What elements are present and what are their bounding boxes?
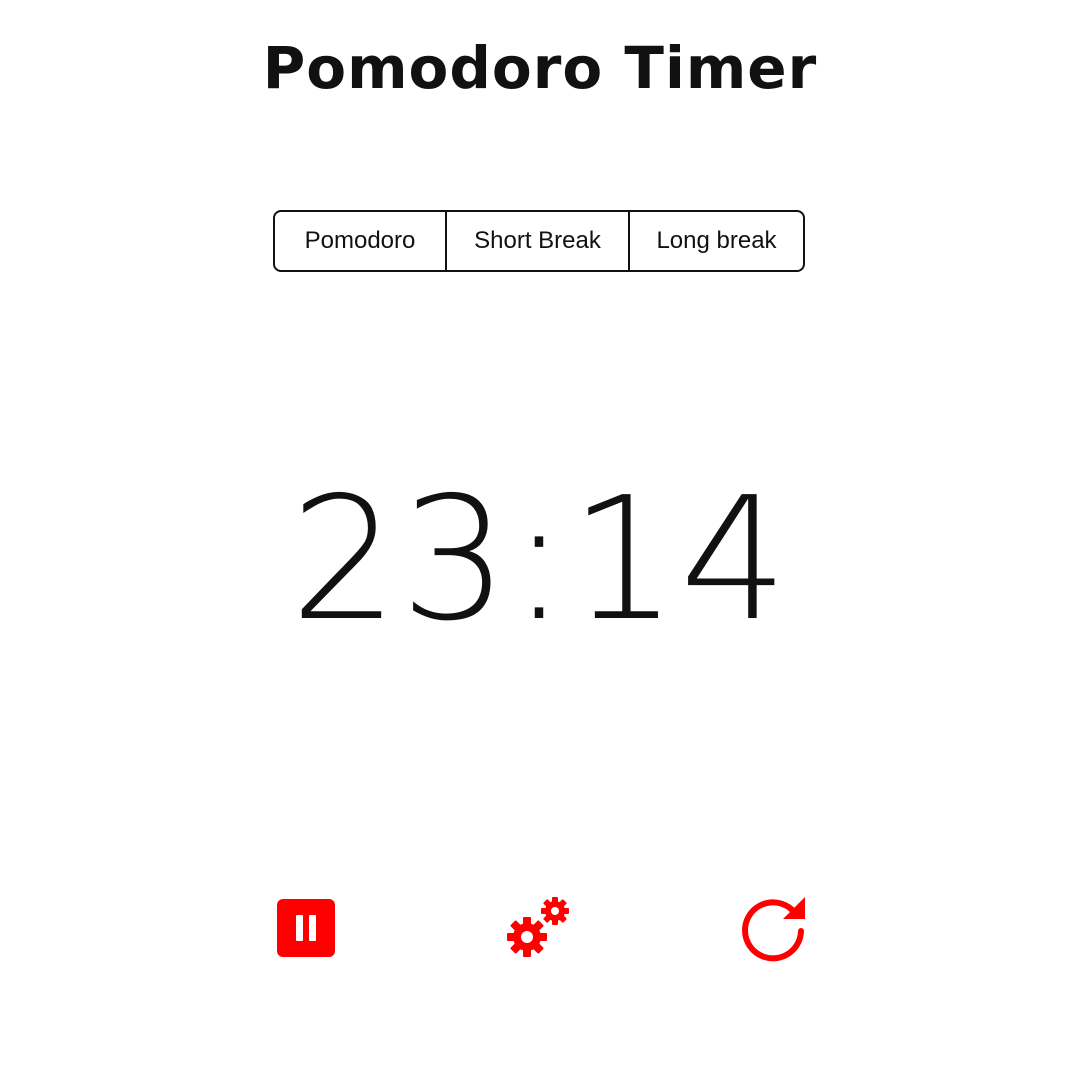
gears-icon [507, 897, 569, 957]
page-title: Pomodoro Timer [262, 34, 818, 102]
tab-short-break[interactable]: Short Break [447, 212, 630, 270]
timer-controls [0, 893, 1080, 963]
refresh-icon [742, 897, 805, 962]
mode-selector: Pomodoro Short Break Long break [273, 210, 805, 272]
reset-button[interactable] [737, 893, 809, 963]
pause-button[interactable] [270, 893, 342, 963]
tab-long-break[interactable]: Long break [630, 212, 803, 270]
settings-button[interactable] [503, 893, 575, 963]
timer-display: 23:14 [290, 461, 790, 659]
tab-pomodoro[interactable]: Pomodoro [275, 212, 447, 270]
pause-icon [277, 899, 335, 957]
